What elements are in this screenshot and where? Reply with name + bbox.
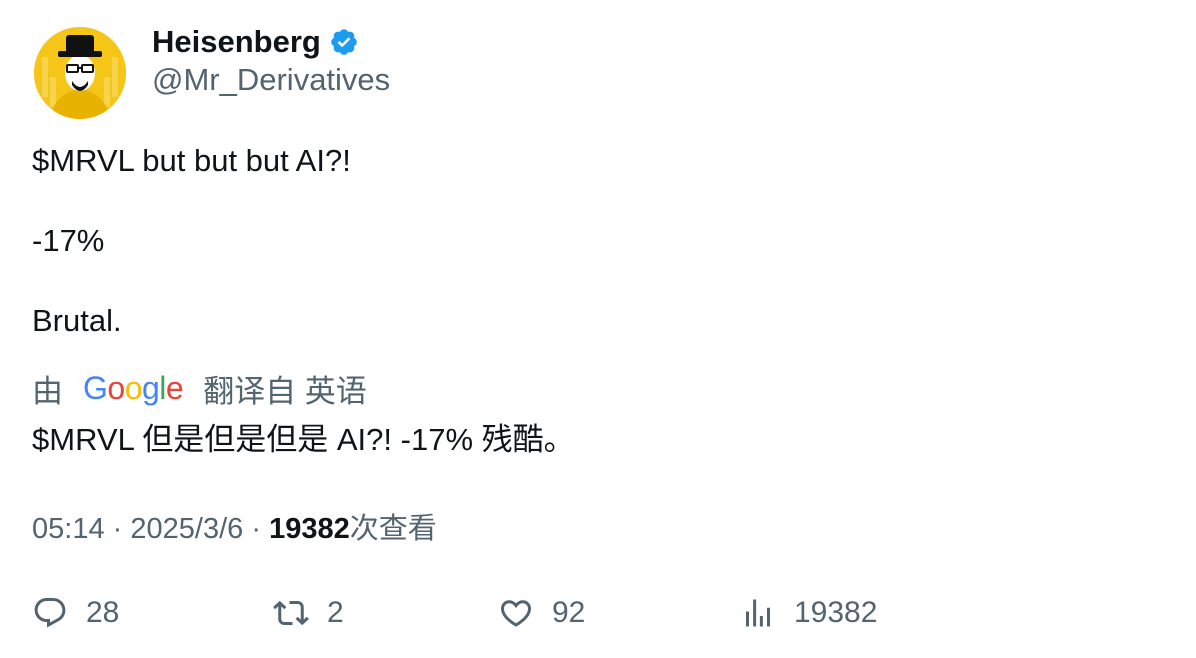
meta-separator: · (251, 513, 261, 545)
translation-attribution: 由 Google 翻译自 英语 (32, 366, 367, 410)
analytics-bar-chart-icon (746, 599, 770, 627)
repost-button[interactable]: 2 (273, 590, 344, 636)
tweet-time[interactable]: 05:14 (32, 513, 105, 545)
views-count: 19382 (269, 513, 350, 545)
translation-suffix: 翻译自 英语 (203, 373, 367, 409)
tweet-text-line-1: $MRVL but but but AI?! (32, 143, 351, 178)
translated-text: $MRVL 但是但是但是 AI?! -17% 残酷。 (32, 422, 575, 457)
google-logo: Google (83, 369, 184, 406)
tweet-text-line-2: -17% (32, 223, 105, 258)
author-handle[interactable]: @Mr_Derivatives (152, 62, 390, 98)
author-display-name[interactable]: Heisenberg (152, 24, 321, 60)
like-count: 92 (552, 596, 586, 629)
reply-icon (34, 598, 66, 628)
avatar[interactable] (34, 27, 126, 119)
meta-separator: · (112, 513, 123, 545)
views-button[interactable]: 19382 (740, 590, 877, 636)
tweet-meta: 05:14 · 2025/3/6 · 19382次查看 (32, 505, 437, 547)
reply-button[interactable]: 28 (32, 590, 119, 636)
verified-badge-icon[interactable] (329, 27, 359, 57)
heisenberg-avatar-image (34, 27, 126, 119)
translation-prefix: 由 (32, 373, 63, 409)
action-bar: 28 2 92 19382 (32, 590, 1162, 636)
views-label: 次查看 (349, 513, 437, 545)
tweet-text-line-3: Brutal. (32, 303, 122, 338)
heart-icon (500, 600, 532, 627)
tweet-date[interactable]: 2025/3/6 (130, 513, 243, 545)
author-name-row[interactable]: Heisenberg (152, 22, 359, 62)
views-count-action: 19382 (794, 596, 878, 629)
like-button[interactable]: 92 (498, 590, 585, 636)
repost-icon (273, 600, 309, 626)
repost-count: 2 (327, 596, 344, 629)
reply-count: 28 (86, 596, 120, 629)
